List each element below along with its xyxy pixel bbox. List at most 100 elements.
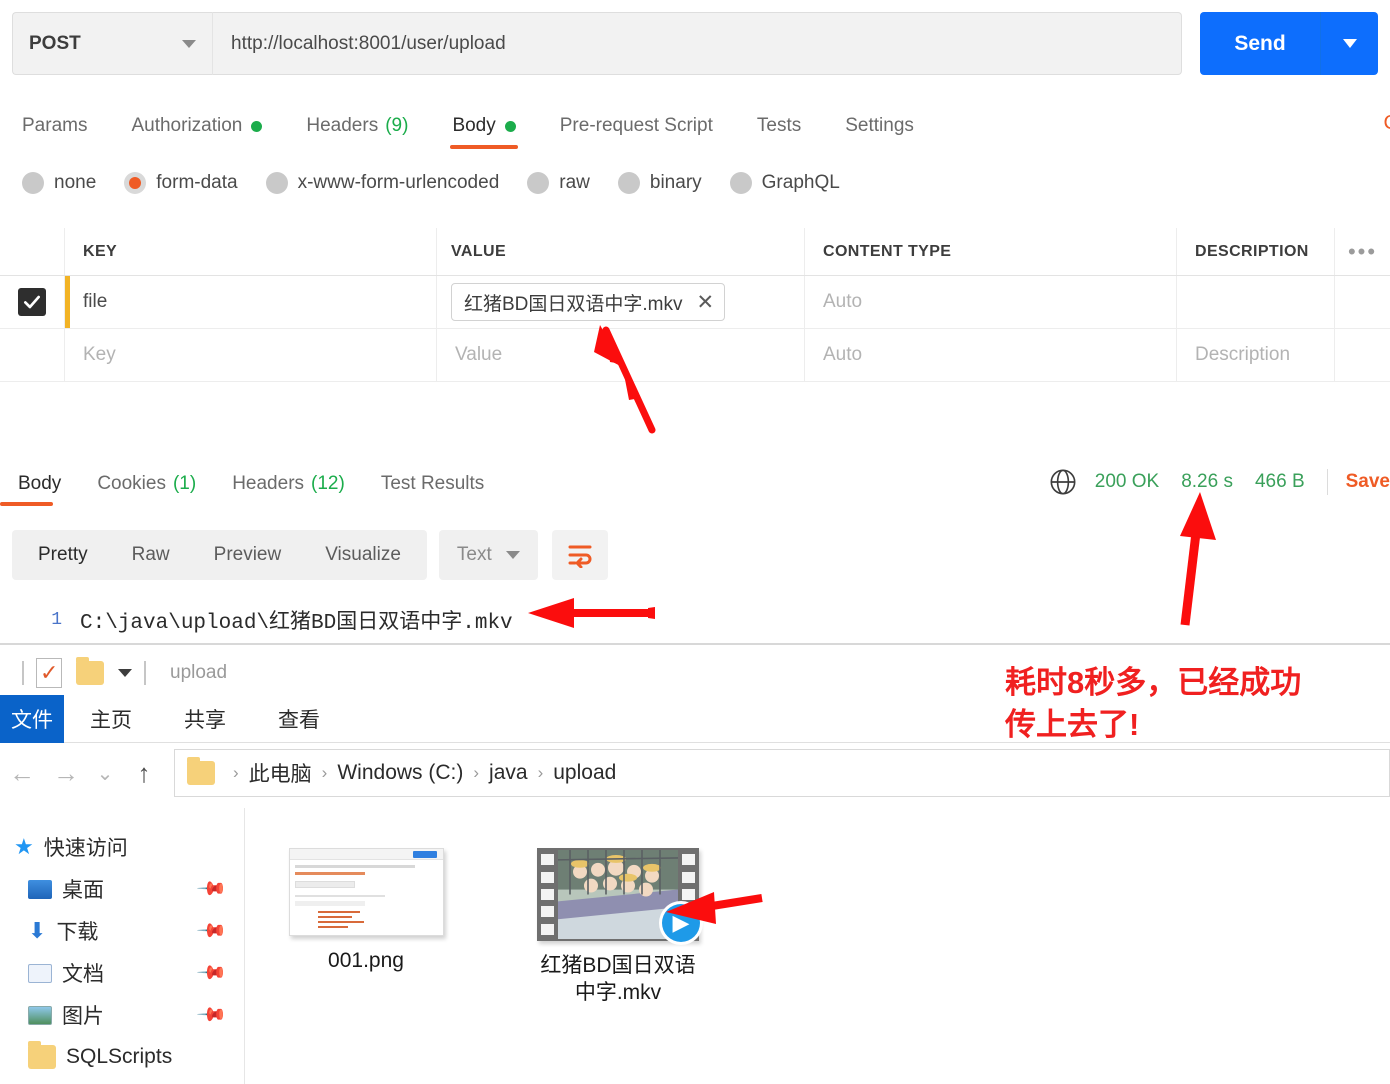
sidebar-item-label: 下载 — [56, 921, 99, 944]
selected-file-chip[interactable]: 红猪BD国日双语中字.mkv ✕ — [451, 283, 726, 321]
view-mode-visualize[interactable]: Visualize — [303, 534, 423, 576]
request-tabs: Params Authorization Headers (9) Body Pr… — [0, 103, 1390, 151]
chevron-down-icon — [182, 39, 196, 48]
breadcrumb-item[interactable]: Windows (C:) — [337, 761, 463, 785]
new-row-more-cell — [1334, 329, 1390, 381]
row-description-cell[interactable] — [1176, 276, 1334, 328]
tab-settings[interactable]: Settings — [823, 103, 936, 149]
view-mode-pretty[interactable]: Pretty — [16, 534, 110, 576]
response-tab-cookies[interactable]: Cookies (1) — [79, 462, 214, 506]
new-row-content-type-cell[interactable]: Auto — [804, 329, 1176, 381]
view-mode-preview[interactable]: Preview — [192, 534, 304, 576]
close-icon[interactable]: ✕ — [697, 292, 715, 313]
breadcrumb-item[interactable]: 此电脑 — [249, 758, 312, 788]
body-type-label: binary — [649, 172, 702, 193]
back-icon[interactable]: ← — [0, 758, 44, 789]
breadcrumb-item[interactable]: java — [489, 761, 528, 785]
response-tab-test-results[interactable]: Test Results — [363, 462, 502, 506]
response-tab-headers[interactable]: Headers (12) — [214, 462, 363, 506]
file-item-video-mkv[interactable]: ▶ 红猪BD国日双语中字.mkv — [533, 848, 703, 1084]
response-format-select[interactable]: Text — [438, 530, 538, 580]
pin-icon[interactable]: 📌 — [195, 914, 229, 948]
ribbon-tab-share[interactable]: 共享 — [158, 704, 252, 734]
breadcrumb-separator: › — [473, 763, 480, 782]
send-button[interactable]: Send — [1200, 12, 1320, 75]
properties-icon[interactable] — [36, 658, 62, 688]
tab-params[interactable]: Params — [0, 103, 109, 149]
row-checkbox-cell — [0, 276, 64, 328]
word-wrap-button[interactable] — [551, 530, 608, 580]
save-response-button[interactable]: Save — [1346, 471, 1390, 493]
active-tab-underline — [0, 502, 54, 506]
sidebar-item-quick-access[interactable]: ★ 快速访问 — [0, 826, 244, 868]
view-mode-segmented: Pretty Raw Preview Visualize — [12, 530, 427, 580]
chevron-down-icon[interactable] — [118, 669, 132, 677]
recent-locations-icon[interactable]: ⌄ — [88, 761, 122, 786]
breadcrumb-separator: › — [233, 763, 239, 782]
form-data-table: KEY VALUE CONTENT TYPE DESCRIPTION ••• f… — [0, 228, 1390, 382]
chevron-down-icon — [1342, 39, 1357, 48]
row-enabled-checkbox[interactable] — [18, 288, 46, 316]
file-item-001-png[interactable]: 001.png — [281, 848, 451, 1084]
body-type-graphql[interactable]: GraphQL — [729, 172, 840, 194]
tab-label: Settings — [845, 115, 914, 136]
response-tab-body[interactable]: Body — [0, 462, 79, 506]
ribbon-tab-view[interactable]: 查看 — [252, 704, 346, 734]
ribbon-tab-home[interactable]: 主页 — [64, 704, 158, 734]
sidebar-item-sqlscripts[interactable]: SQLScripts — [0, 1036, 244, 1078]
globe-icon[interactable] — [1049, 468, 1077, 496]
body-type-form-data[interactable]: form-data — [124, 172, 238, 194]
file-thumbnail: ▶ — [537, 848, 703, 945]
divider — [144, 661, 146, 685]
check-icon — [24, 295, 41, 309]
row-value-cell[interactable]: 红猪BD国日双语中字.mkv ✕ — [436, 276, 804, 328]
tab-body[interactable]: Body — [430, 103, 537, 149]
window-title: upload — [170, 662, 228, 683]
tab-headers[interactable]: Headers (9) — [284, 103, 430, 149]
sidebar-item-documents[interactable]: 文档 📌 — [0, 952, 244, 994]
send-options-button[interactable] — [1320, 12, 1378, 75]
breadcrumb-item[interactable]: upload — [553, 761, 616, 785]
pin-icon[interactable]: 📌 — [195, 956, 229, 990]
url-value: http://localhost:8001/user/upload — [231, 32, 506, 54]
body-type-raw[interactable]: raw — [527, 172, 590, 194]
http-method-selector[interactable]: POST — [12, 12, 212, 75]
word-wrap-icon — [568, 545, 592, 568]
sidebar-item-label: 快速访问 — [43, 837, 128, 860]
new-folder-icon[interactable] — [76, 657, 104, 685]
tab-authorization[interactable]: Authorization — [109, 103, 284, 149]
tab-label: Test Results — [380, 473, 485, 494]
status-dot-icon — [251, 120, 263, 132]
tab-tests[interactable]: Tests — [735, 103, 823, 149]
more-options-icon[interactable]: ••• — [1348, 239, 1377, 265]
row-key-cell[interactable]: file — [64, 276, 436, 328]
tab-pre-request-script[interactable]: Pre-request Script — [538, 103, 735, 149]
sidebar-item-label: 桌面 — [62, 879, 104, 902]
body-type-none[interactable]: none — [22, 172, 96, 194]
tab-label: Authorization — [131, 115, 243, 136]
sidebar-item-pictures[interactable]: 图片 📌 — [0, 994, 244, 1036]
tab-label: Params — [22, 115, 88, 136]
body-type-urlencoded[interactable]: x-www-form-urlencoded — [265, 172, 499, 194]
address-bar[interactable]: › 此电脑 › Windows (C:) › java › upload — [174, 749, 1390, 797]
new-row-key-cell[interactable]: Key — [64, 329, 436, 381]
send-group: Send — [1200, 12, 1378, 75]
forward-icon[interactable]: → — [44, 758, 88, 789]
pin-icon[interactable]: 📌 — [195, 872, 229, 906]
url-input[interactable]: http://localhost:8001/user/upload — [212, 12, 1182, 75]
new-row-description-cell[interactable]: Description — [1176, 329, 1334, 381]
response-body-code[interactable]: 1 C:\java\upload\红猪BD国日双语中字.mkv — [0, 598, 1390, 642]
view-mode-raw[interactable]: Raw — [110, 534, 192, 576]
body-type-binary[interactable]: binary — [617, 172, 702, 194]
sidebar-item-desktop[interactable]: 桌面 📌 — [0, 868, 244, 910]
film-strip-left — [537, 848, 558, 941]
ribbon-tab-file[interactable]: 文件 — [0, 694, 64, 743]
row-content-type-cell[interactable]: Auto — [804, 276, 1176, 328]
sidebar-item-downloads[interactable]: ⬇ 下载 📌 — [0, 910, 244, 952]
up-icon[interactable]: ↑ — [122, 758, 166, 789]
pin-icon[interactable]: 📌 — [195, 998, 229, 1032]
cookies-link[interactable]: C — [1384, 112, 1390, 135]
new-row-value-cell[interactable]: Value — [436, 329, 804, 381]
address-bar-row: ← → ⌄ ↑ › 此电脑 › Windows (C:) › java › up… — [0, 745, 1390, 801]
column-header-key: KEY — [83, 242, 118, 260]
